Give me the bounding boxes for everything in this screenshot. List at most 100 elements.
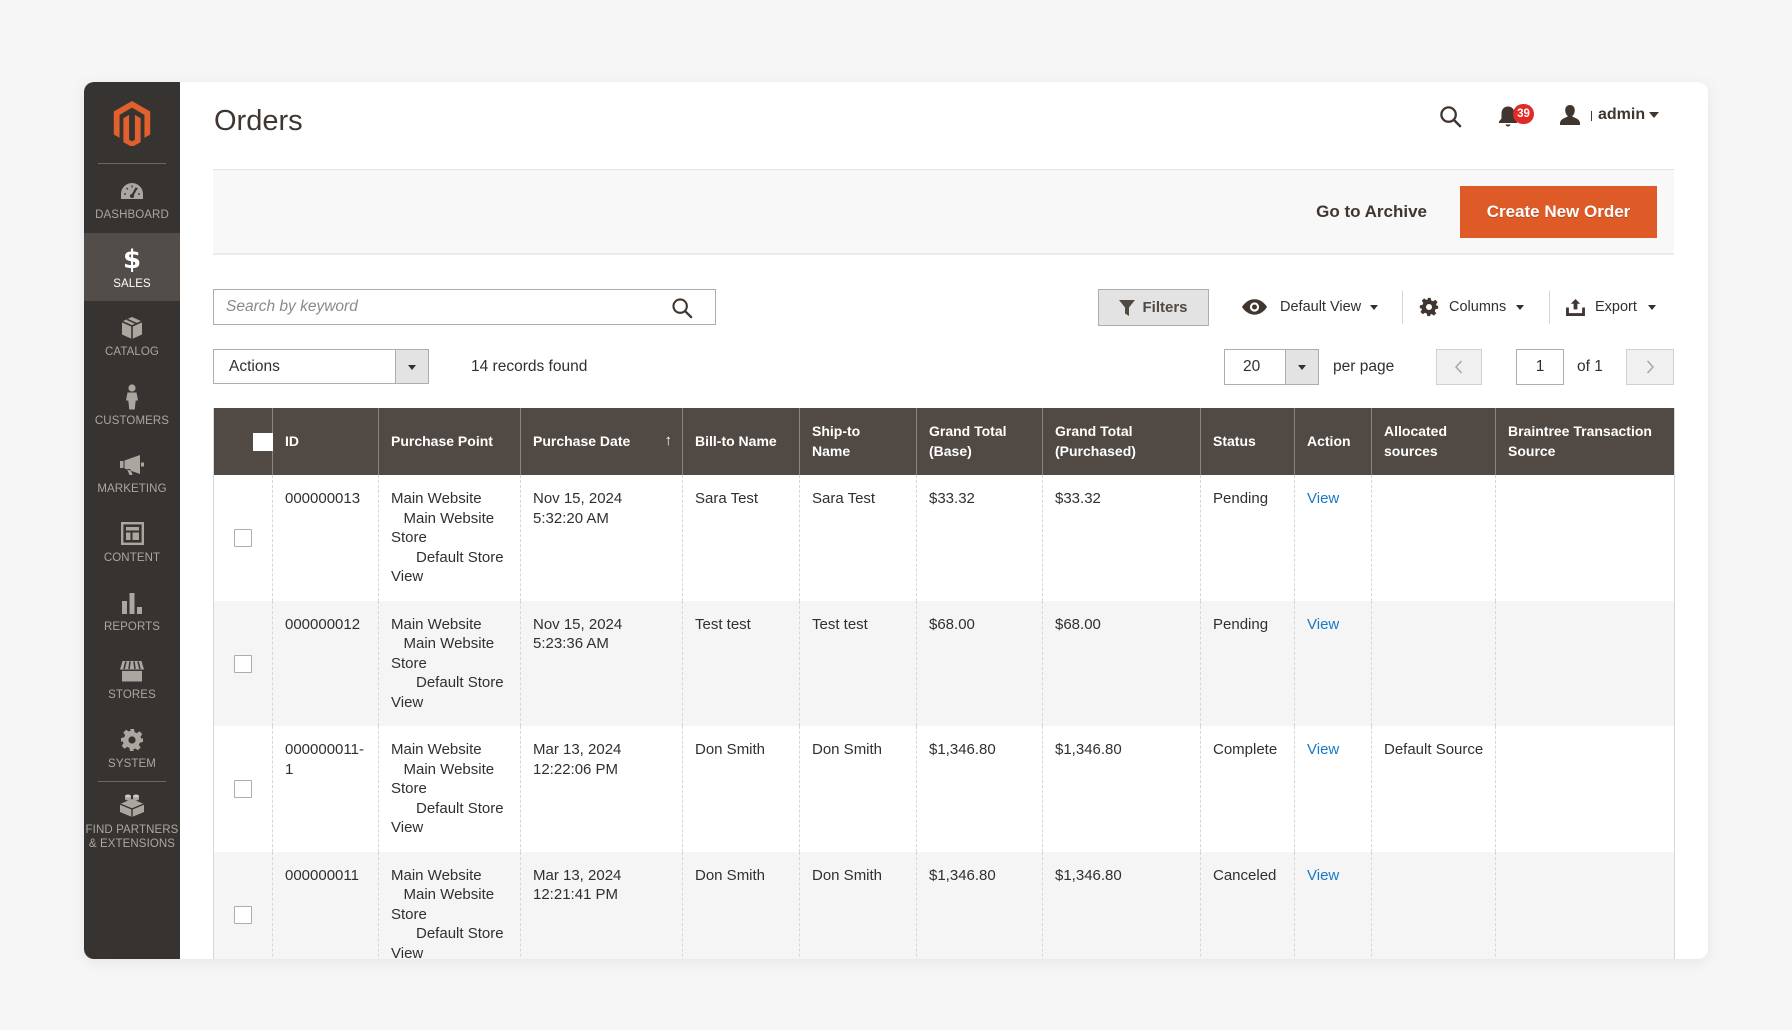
filters-button[interactable]: Filters [1098, 289, 1209, 326]
page-actions-bar: Go to Archive Create New Order [213, 169, 1674, 255]
per-page-select[interactable]: 20 [1224, 349, 1319, 385]
view-order-link[interactable]: View [1307, 490, 1339, 507]
columns-gear-icon[interactable] [1419, 297, 1439, 317]
chevron-left-icon [1454, 360, 1463, 374]
column-header-grand-total-base[interactable]: Grand Total (Base) [916, 408, 1043, 475]
sidebar-divider [98, 781, 166, 782]
table-header-row: ID Purchase Point Purchase Date ↑ Bill-to… [213, 408, 1675, 475]
mass-actions-select[interactable]: Actions [213, 349, 429, 384]
column-header-id[interactable]: ID [272, 408, 379, 475]
sidebar-item-sales[interactable]: $ SALES [84, 232, 180, 302]
column-header-allocated-sources[interactable]: Allocated sources [1371, 408, 1496, 475]
global-search-icon[interactable] [1438, 104, 1462, 128]
order-row[interactable]: 000000011-1 Main Website Main Website Stor… [214, 726, 1675, 852]
search-icon[interactable] [671, 297, 693, 319]
grand-total-purchased-value: $33.32 [1055, 490, 1101, 507]
row-select-cell [214, 726, 273, 852]
sidebar-item-system[interactable]: SYSTEM [84, 713, 180, 782]
previous-page-button[interactable] [1436, 349, 1482, 385]
view-chevron-down-icon[interactable] [1370, 305, 1378, 310]
sidebar-item-stores[interactable]: STORES [84, 644, 180, 713]
columns-dropdown[interactable]: Columns [1449, 289, 1506, 326]
order-row[interactable]: 000000013 Main Website Main Website Store … [214, 475, 1675, 601]
purchase-time: 5:32:20 AM [533, 509, 609, 527]
next-page-button[interactable] [1626, 349, 1674, 385]
keyword-search-input[interactable] [214, 290, 654, 324]
view-order-link[interactable]: View [1307, 741, 1339, 758]
status-value: Complete [1213, 741, 1278, 758]
column-header-ship-to-name[interactable]: Ship-to Name [799, 408, 917, 475]
magento-logo-icon[interactable] [111, 100, 153, 146]
column-header-grand-total-purchased[interactable]: Grand Total (Purchased) [1042, 408, 1201, 475]
cell-grand-total-purchased: $33.32 [1042, 475, 1201, 601]
cell-order-id: 000000011-1 [272, 726, 379, 852]
purchase-point-line: Main Website [391, 509, 495, 527]
sidebar-item-find-partners[interactable]: FIND PARTNERS & EXTENSIONS [84, 785, 180, 865]
cell-action: View [1294, 726, 1372, 852]
columns-chevron-down-icon[interactable] [1516, 305, 1524, 310]
cell-bill-to-name: Don Smith [682, 726, 800, 852]
cell-ship-to-name: Don Smith [799, 851, 917, 959]
status-value: Pending [1213, 490, 1269, 507]
ship-to-name-value: Sara Test [812, 490, 876, 507]
create-new-order-button[interactable]: Create New Order [1460, 186, 1657, 238]
order-row[interactable]: 000000011 Main Website Main Website Store … [213, 851, 1675, 960]
sidebar-item-label: REPORTS [103, 620, 161, 633]
grand-total-base-value: $1,346.80 [929, 741, 996, 758]
row-checkbox[interactable] [234, 780, 252, 799]
cell-purchase-date: Nov 15, 2024 5:32:20 AM [520, 475, 683, 601]
go-to-archive-button[interactable]: Go to Archive [1316, 170, 1427, 253]
purchase-point-line: Main Website [391, 886, 495, 903]
order-row[interactable]: 000000012 Main Website Main Website Store … [213, 600, 1675, 726]
per-page-chevron-down-icon[interactable] [1285, 350, 1318, 384]
bill-to-name-value: Sara Test [695, 490, 759, 507]
purchase-point-line: View [391, 693, 424, 711]
row-checkbox[interactable] [234, 529, 252, 548]
view-order-link[interactable]: View [1307, 867, 1339, 884]
mass-select-header [213, 408, 287, 475]
toolbar-divider [1402, 291, 1403, 324]
sidebar-item-customers[interactable]: CUSTOMERS [84, 370, 180, 439]
per-page-value: 20 [1243, 358, 1261, 375]
column-header-braintree-source[interactable]: Braintree Transaction Source [1495, 408, 1675, 475]
view-order-link[interactable]: View [1307, 616, 1339, 633]
sidebar-item-label: CONTENT [103, 551, 161, 564]
column-header-purchase-point[interactable]: Purchase Point [378, 408, 521, 475]
column-header-bill-to-name[interactable]: Bill-to Name [682, 408, 800, 475]
sidebar-item-content[interactable]: CONTENT [84, 507, 180, 576]
column-header-status[interactable]: Status [1200, 408, 1295, 475]
sidebar-item-dashboard[interactable]: DASHBOARD [84, 164, 180, 233]
user-menu-chevron-down-icon[interactable] [1649, 112, 1659, 118]
export-dropdown[interactable]: Export [1595, 289, 1637, 326]
sidebar-item-reports[interactable]: REPORTS [84, 576, 180, 645]
keyword-search-box [213, 289, 716, 325]
purchase-point-line: Main Website [391, 866, 482, 884]
purchase-date: Nov 15, 2024 [533, 490, 623, 507]
export-icon[interactable] [1565, 298, 1585, 316]
grand-total-purchased-value: $68.00 [1055, 615, 1101, 633]
mass-actions-chevron-down-icon[interactable] [395, 350, 428, 383]
row-checkbox[interactable] [234, 905, 252, 924]
current-page-input[interactable]: 1 [1516, 349, 1564, 385]
cell-allocated-sources [1371, 851, 1496, 959]
cell-purchase-point: Main Website Main Website Store Default S… [378, 475, 521, 601]
sidebar-item-catalog[interactable]: CATALOG [84, 301, 180, 370]
cell-allocated-sources [1371, 475, 1496, 601]
sidebar-item-label: CUSTOMERS [94, 414, 170, 427]
row-checkbox[interactable] [234, 654, 252, 673]
purchase-point-line: View [391, 944, 424, 960]
cell-braintree-source [1495, 600, 1675, 726]
column-header-purchase-date[interactable]: Purchase Date ↑ [520, 408, 683, 475]
eye-icon[interactable] [1241, 298, 1267, 316]
user-menu-separator [1591, 111, 1592, 121]
user-menu-name[interactable]: admin [1598, 104, 1645, 126]
notifications-count-badge[interactable]: 39 [1513, 104, 1534, 124]
purchase-point-line: View [391, 819, 424, 836]
user-avatar-icon[interactable] [1558, 103, 1582, 127]
cell-ship-to-name: Don Smith [799, 726, 917, 852]
cell-order-id: 000000011 [272, 851, 379, 959]
cell-order-id: 000000012 [272, 600, 379, 726]
sidebar-item-marketing[interactable]: MARKETING [84, 438, 180, 507]
default-view-dropdown[interactable]: Default View [1280, 289, 1361, 326]
export-chevron-down-icon[interactable] [1648, 305, 1656, 310]
